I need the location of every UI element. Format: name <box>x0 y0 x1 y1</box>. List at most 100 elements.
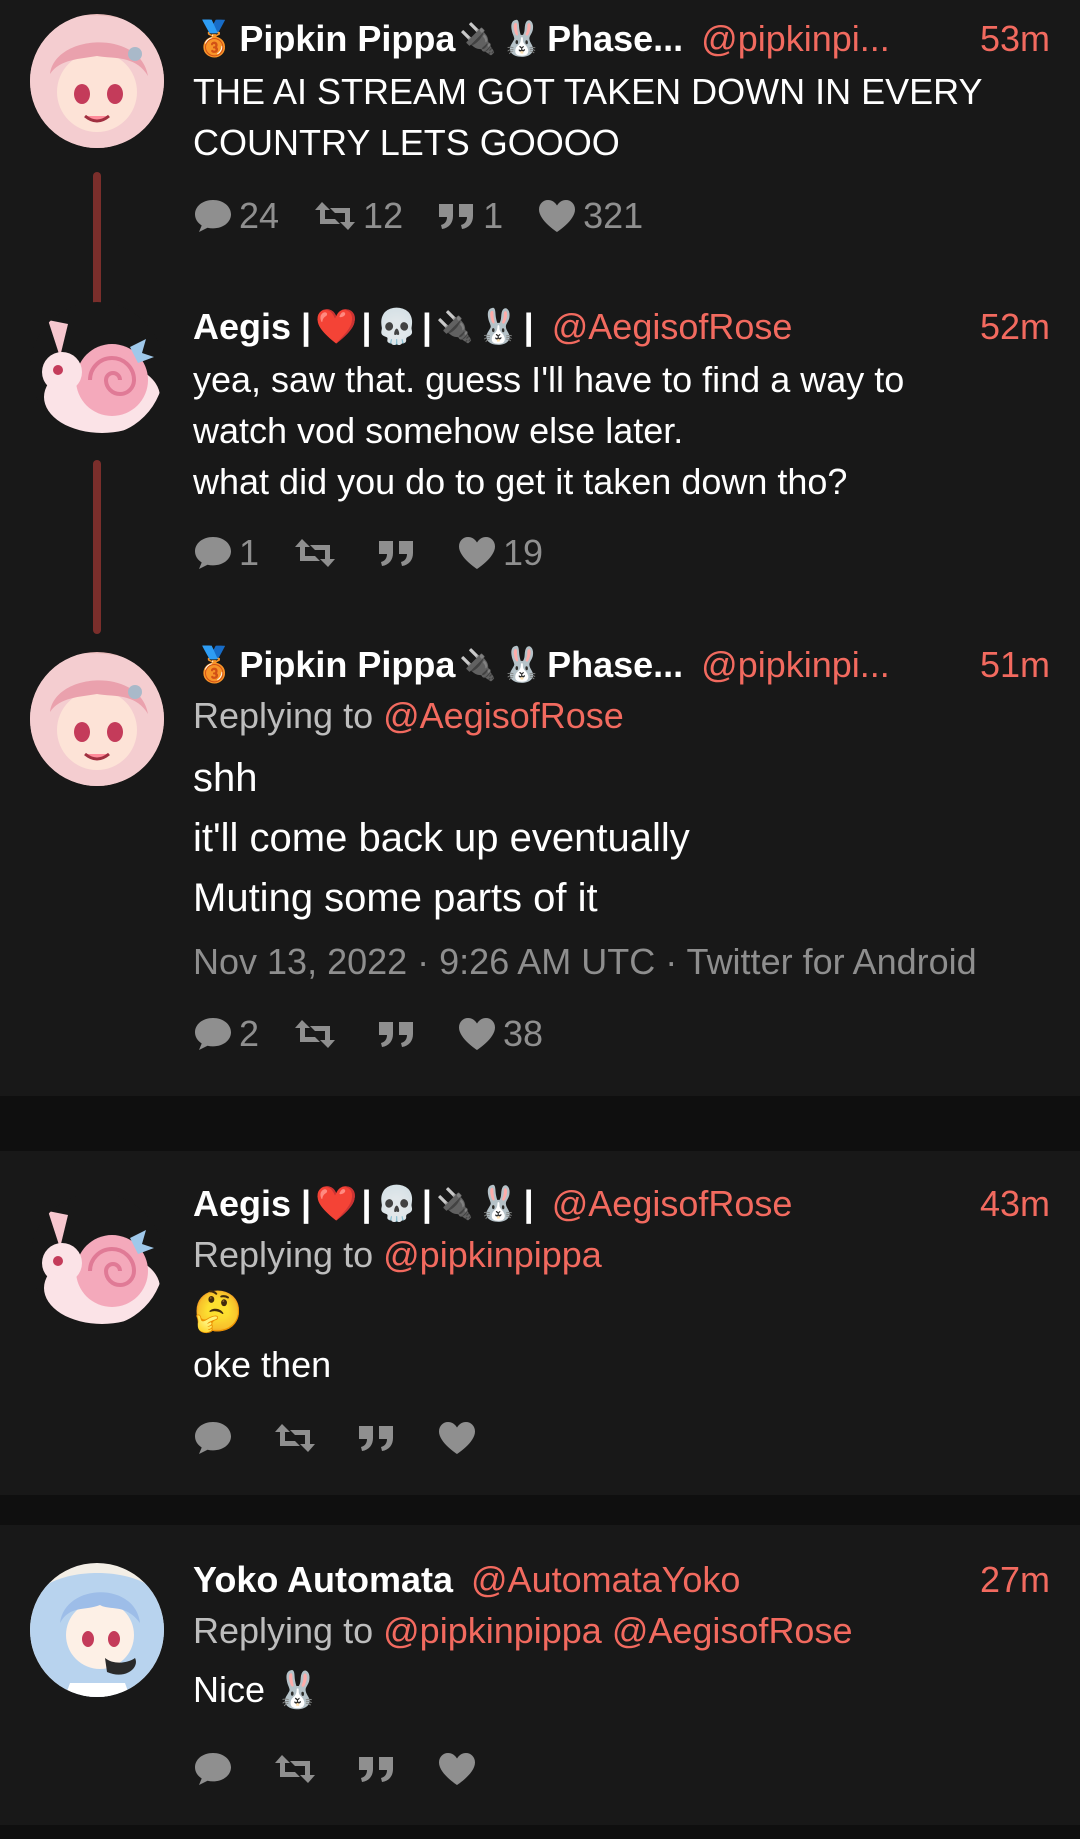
quote-icon <box>377 1018 417 1050</box>
handle[interactable]: @pipkinpi... <box>701 18 890 60</box>
tweet[interactable]: Yoko Automata @AutomataYoko 27m Replying… <box>0 1555 1080 1815</box>
3rd-place-medal-icon: 🥉 <box>193 646 236 684</box>
rabbit-face-icon: 🐰 <box>477 308 520 346</box>
focused-tweet[interactable]: 🥉 Pipkin Pippa 🔌 🐰 Phase... @pipkinpi...… <box>0 638 1080 1078</box>
reply-icon <box>193 1751 233 1787</box>
3rd-place-medal-icon: 🥉 <box>193 20 236 58</box>
rabbit-face-icon: 🐰 <box>500 646 544 684</box>
display-name-separator: | <box>421 1183 432 1224</box>
tweet-actions: 2 38 <box>193 1004 1050 1064</box>
like-count: 321 <box>583 195 644 236</box>
tweet-date-source[interactable]: Nov 13, 2022 · 9:26 AM UTC · Twitter for… <box>193 936 1050 988</box>
retweet-button[interactable]: 12 <box>313 195 403 237</box>
avatar[interactable] <box>30 1193 164 1327</box>
thread-card: 🥉 Pipkin Pippa 🔌 🐰 Phase... @pipkinpi...… <box>0 0 1080 1096</box>
retweet-button[interactable] <box>293 1016 343 1052</box>
display-name[interactable]: 🥉 Pipkin Pippa 🔌 🐰 Phase... <box>193 18 683 60</box>
like-button[interactable] <box>437 1751 483 1787</box>
avatar[interactable] <box>30 652 164 786</box>
timestamp[interactable]: 52m <box>980 306 1050 348</box>
reply-button[interactable] <box>193 1751 239 1787</box>
display-name-text: Pipkin Pippa <box>239 18 456 59</box>
reply-button[interactable] <box>193 1420 239 1456</box>
display-name-separator: | <box>421 306 432 347</box>
rabbit-face-icon: 🐰 <box>500 20 544 58</box>
tweet-actions <box>193 1739 1050 1799</box>
timestamp[interactable]: 51m <box>980 644 1050 686</box>
electric-plug-icon: 🔌 <box>435 310 474 344</box>
skull-icon: 💀 <box>375 1185 418 1223</box>
reply-button[interactable]: 1 <box>193 532 259 574</box>
reply-button[interactable]: 24 <box>193 195 279 237</box>
like-button[interactable]: 321 <box>537 195 643 237</box>
tweet[interactable]: Aegis | ❤️ | 💀 | 🔌 🐰 | @AegisofRose 52m … <box>0 302 1080 634</box>
retweet-icon <box>293 535 337 571</box>
like-count: 19 <box>503 532 544 573</box>
timestamp[interactable]: 53m <box>980 18 1050 60</box>
replying-to-handle[interactable]: @AegisofRose <box>383 695 624 736</box>
quote-count: 1 <box>483 195 504 236</box>
reply-icon <box>193 1016 233 1052</box>
electric-plug-icon: 🔌 <box>435 1187 474 1221</box>
reply-card: Yoko Automata @AutomataYoko 27m Replying… <box>0 1525 1080 1825</box>
timeline: 🥉 Pipkin Pippa 🔌 🐰 Phase... @pipkinpi...… <box>0 0 1080 1825</box>
red-heart-icon: ❤️ <box>315 308 358 346</box>
heart-icon <box>437 1751 477 1787</box>
timestamp[interactable]: 27m <box>980 1559 1050 1601</box>
reply-count: 2 <box>239 1013 260 1054</box>
handle[interactable]: @AutomataYoko <box>471 1559 740 1601</box>
retweet-icon <box>273 1751 317 1787</box>
quote-icon <box>377 537 417 569</box>
timestamp[interactable]: 43m <box>980 1183 1050 1225</box>
display-name[interactable]: 🥉 Pipkin Pippa 🔌 🐰 Phase... <box>193 644 683 686</box>
replying-to-label: Replying to <box>193 695 374 736</box>
retweet-icon <box>313 198 357 234</box>
display-name[interactable]: Aegis | ❤️ | 💀 | 🔌 🐰 | <box>193 1183 534 1225</box>
avatar[interactable] <box>30 1563 164 1697</box>
reply-button[interactable]: 2 <box>193 1013 259 1055</box>
display-name-suffix: Phase... <box>547 18 684 59</box>
display-name-suffix: Phase... <box>547 644 684 685</box>
reply-icon <box>193 198 233 234</box>
tweet[interactable]: Aegis | ❤️ | 💀 | 🔌 🐰 | @AegisofRose 43m … <box>0 1179 1080 1479</box>
quote-icon <box>437 200 477 232</box>
heart-icon <box>457 535 497 571</box>
thread-line <box>93 460 101 634</box>
replying-to-handle[interactable]: @pipkinpippa <box>383 1234 602 1275</box>
tweet-text: oke then <box>193 1344 332 1385</box>
retweet-count: 12 <box>363 195 404 236</box>
handle[interactable]: @AegisofRose <box>552 1183 793 1225</box>
quote-button[interactable] <box>377 537 423 569</box>
retweet-button[interactable] <box>273 1420 323 1456</box>
retweet-button[interactable] <box>293 535 343 571</box>
display-name-separator: | <box>523 306 534 347</box>
replying-to-handle[interactable]: @pipkinpippa @AegisofRose <box>383 1610 852 1651</box>
retweet-icon <box>293 1016 337 1052</box>
avatar[interactable] <box>30 14 164 148</box>
retweet-button[interactable] <box>273 1751 323 1787</box>
quote-icon <box>357 1753 397 1785</box>
avatar[interactable] <box>30 302 164 436</box>
like-button[interactable]: 19 <box>457 532 543 574</box>
quote-button[interactable] <box>357 1422 403 1454</box>
like-button[interactable]: 38 <box>457 1013 543 1055</box>
retweet-icon <box>273 1420 317 1456</box>
quote-button[interactable]: 1 <box>437 195 503 237</box>
replying-to: Replying to @pipkinpippa @AegisofRose <box>193 1605 1050 1657</box>
display-name-separator: | <box>523 1183 534 1224</box>
display-name[interactable]: Yoko Automata <box>193 1559 453 1601</box>
tweet[interactable]: 🥉 Pipkin Pippa 🔌 🐰 Phase... @pipkinpi...… <box>0 14 1080 310</box>
display-name-text: Aegis | <box>193 306 312 347</box>
skull-icon: 💀 <box>375 308 418 346</box>
display-name-text: Pipkin Pippa <box>239 644 456 685</box>
display-name[interactable]: Aegis | ❤️ | 💀 | 🔌 🐰 | <box>193 306 534 348</box>
like-button[interactable] <box>437 1420 483 1456</box>
quote-button[interactable] <box>377 1018 423 1050</box>
display-name-text: Aegis | <box>193 1183 312 1224</box>
tweet-header: 🥉 Pipkin Pippa 🔌 🐰 Phase... @pipkinpi...… <box>193 14 1050 64</box>
replying-to: Replying to @pipkinpippa <box>193 1229 1050 1281</box>
handle[interactable]: @pipkinpi... <box>701 644 890 686</box>
replying-to-label: Replying to <box>193 1610 374 1651</box>
quote-button[interactable] <box>357 1753 403 1785</box>
handle[interactable]: @AegisofRose <box>552 306 793 348</box>
